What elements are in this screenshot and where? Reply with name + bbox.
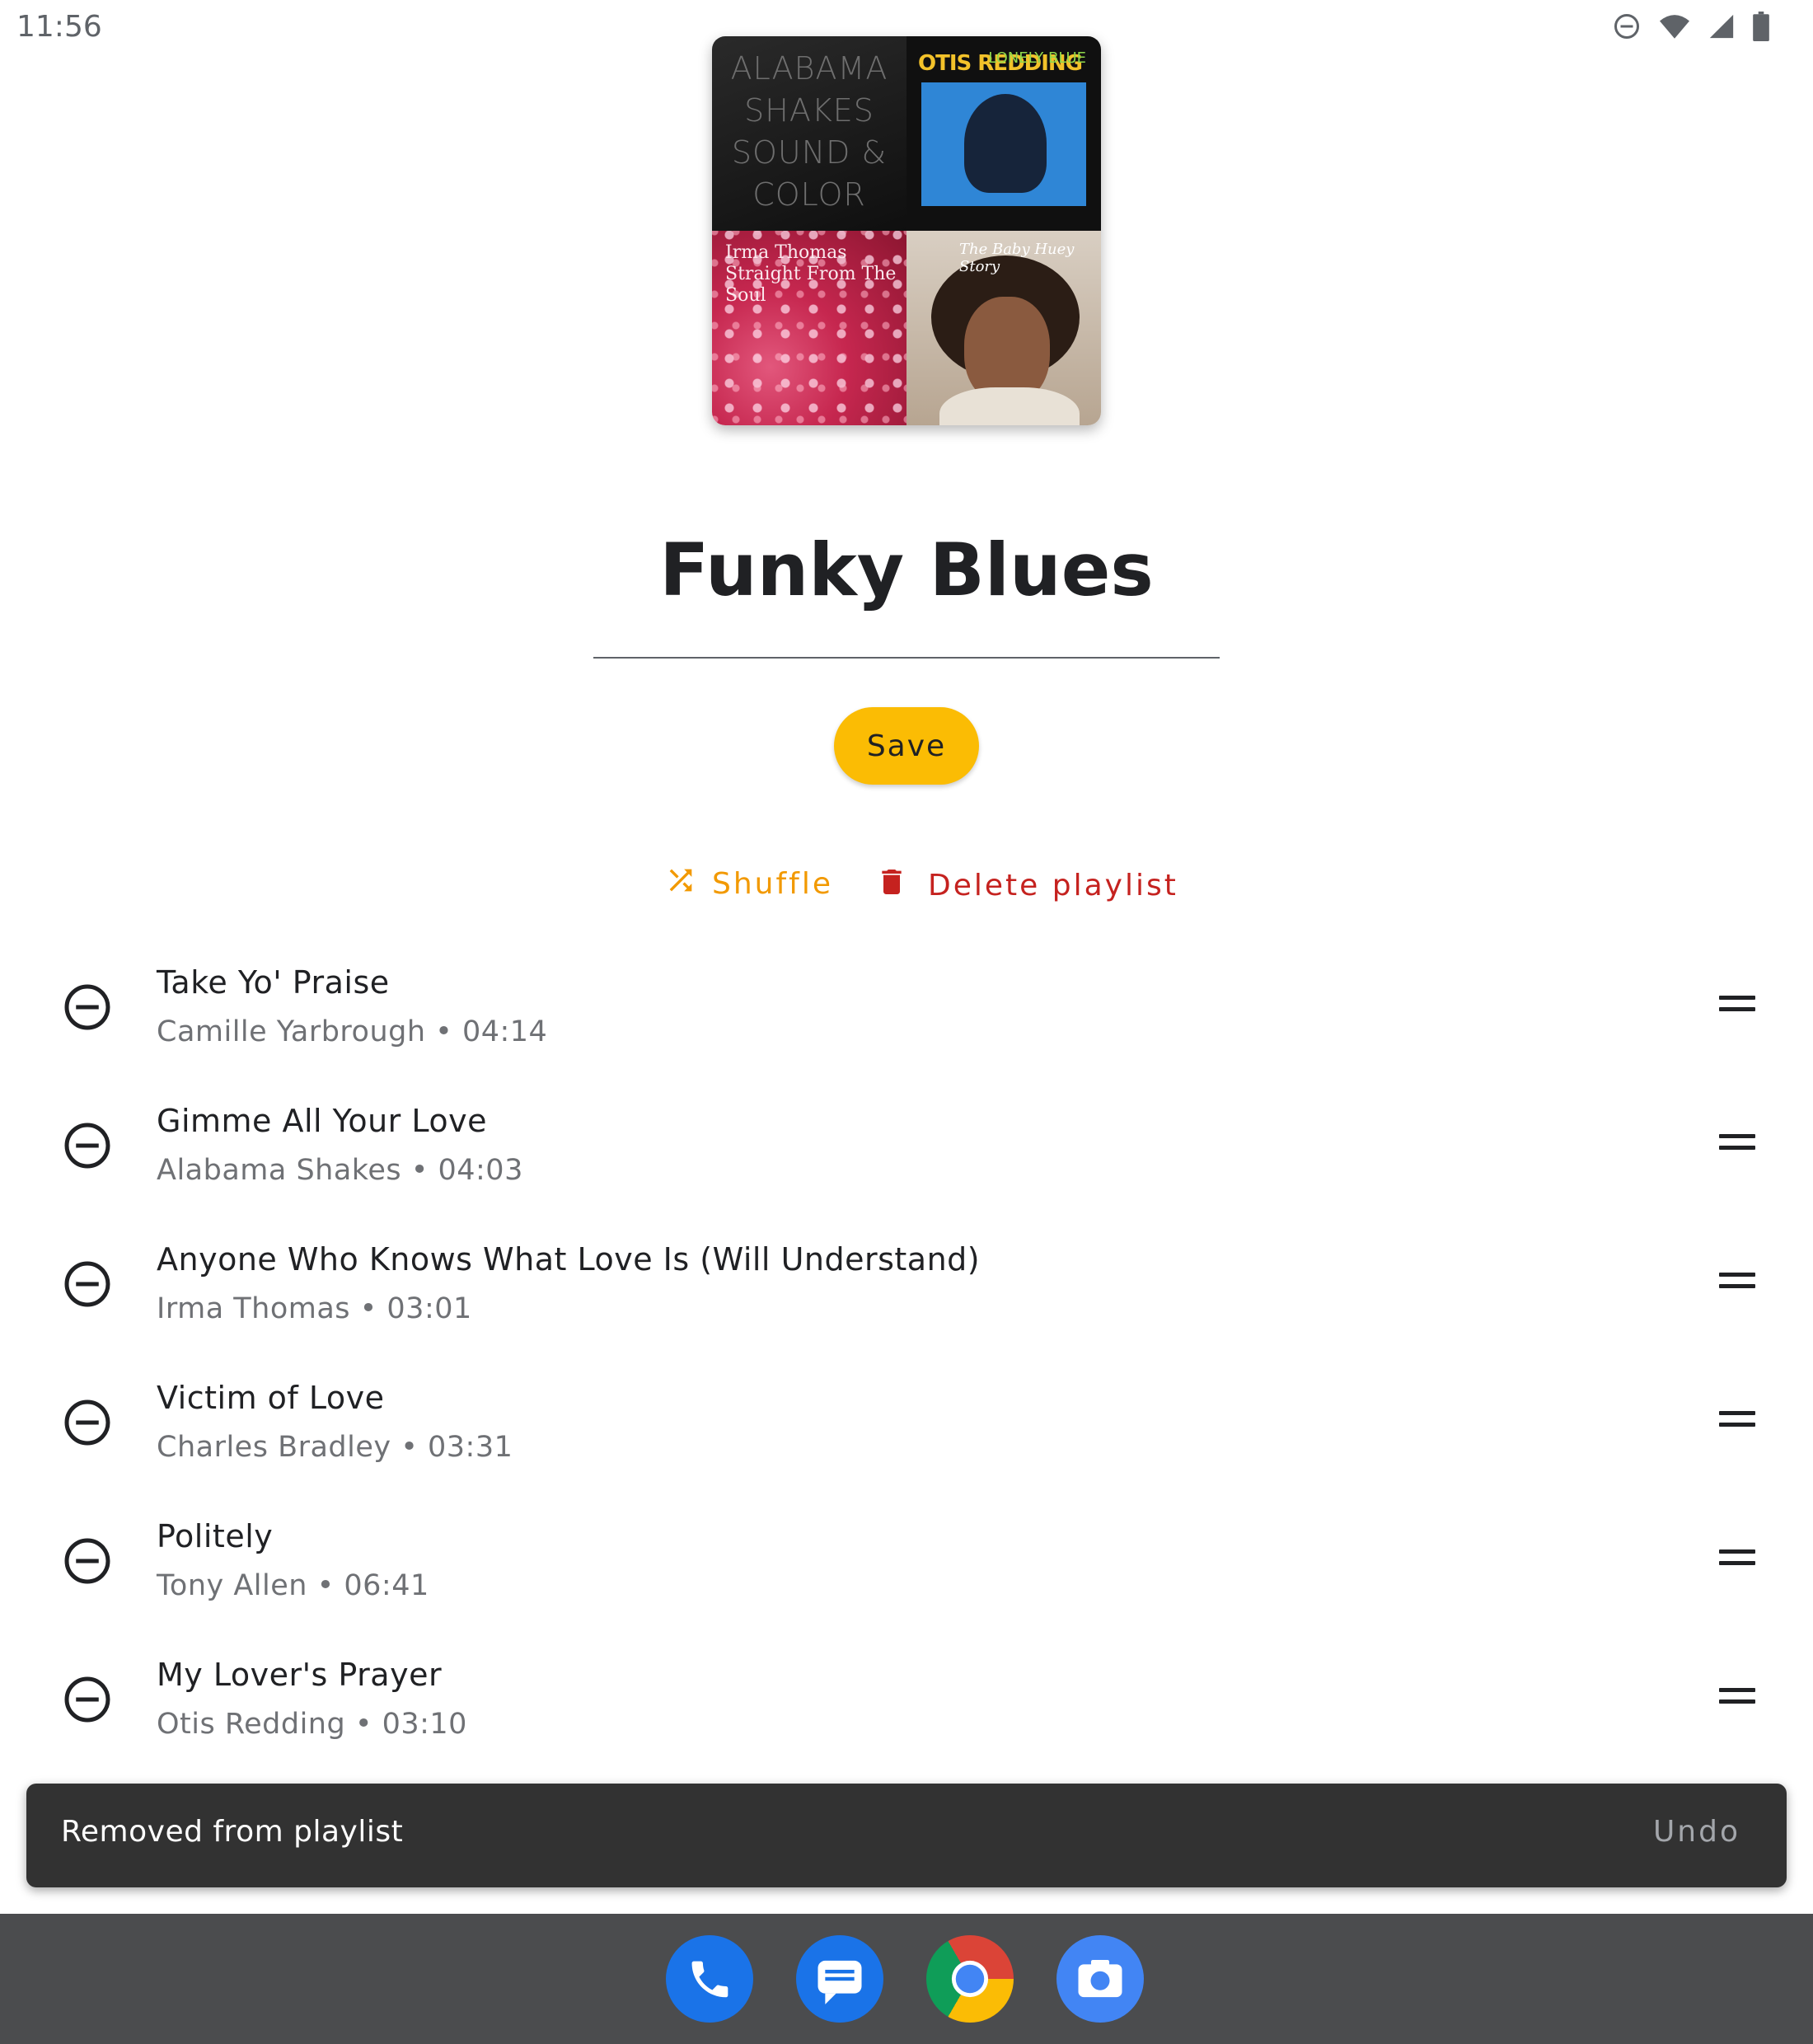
irma-thomas-cover: Irma Thomas Straight From The Soul: [712, 231, 906, 425]
baby-huey-cover: The Baby Huey Story: [906, 231, 1101, 425]
track-list: Take Yo' Praise Camille Yarbrough • 04:1…: [0, 948, 1813, 1779]
drag-handle-icon[interactable]: [1719, 1134, 1755, 1154]
messages-app-icon[interactable]: [796, 1935, 883, 2023]
track-row[interactable]: Anyone Who Knows What Love Is (Will Unde…: [0, 1225, 1813, 1363]
app-dock: [0, 1914, 1813, 2044]
track-row[interactable]: Victim of Love Charles Bradley • 03:31: [0, 1363, 1813, 1502]
otis-redding-cover-subtext: LONELY BLUE: [988, 49, 1086, 67]
playlist-title-field[interactable]: Funky Blues: [593, 527, 1220, 612]
drag-handle-icon[interactable]: [1719, 1411, 1755, 1431]
track-subtitle: Camille Yarbrough • 04:14: [157, 1015, 548, 1048]
phone-app-icon[interactable]: [666, 1935, 753, 2023]
drag-handle-icon[interactable]: [1719, 1273, 1755, 1292]
remove-circle-icon[interactable]: [63, 1398, 112, 1447]
remove-circle-icon[interactable]: [63, 1675, 112, 1724]
chrome-app-icon[interactable]: [926, 1935, 1014, 2023]
track-row[interactable]: Gimme All Your Love Alabama Shakes • 04:…: [0, 1086, 1813, 1225]
snackbar: Removed from playlist Undo: [26, 1784, 1787, 1887]
track-title: Take Yo' Praise: [157, 964, 390, 1001]
battery-icon: [1752, 12, 1770, 45]
delete-playlist-button[interactable]: Delete playlist: [875, 864, 1178, 907]
drag-handle-icon[interactable]: [1719, 1688, 1755, 1708]
remove-circle-icon[interactable]: [63, 1536, 112, 1586]
track-row[interactable]: My Lover's Prayer Otis Redding • 03:10: [0, 1640, 1813, 1779]
remove-circle-icon[interactable]: [63, 1259, 112, 1309]
delete-label: Delete playlist: [928, 869, 1178, 902]
track-title: My Lover's Prayer: [157, 1657, 443, 1693]
irma-thomas-cover-text: Irma Thomas Straight From The Soul: [725, 242, 897, 306]
track-subtitle: Tony Allen • 06:41: [157, 1569, 429, 1602]
alabama-shakes-cover: ALABAMA SHAKES SOUND & COLOR: [712, 36, 906, 231]
save-button[interactable]: Save: [834, 707, 979, 785]
otis-redding-cover: OTIS REDDING LONELY BLUE: [906, 36, 1101, 231]
shuffle-label: Shuffle: [712, 867, 833, 901]
shuffle-button[interactable]: Shuffle: [664, 864, 833, 904]
track-title: Anyone Who Knows What Love Is (Will Unde…: [157, 1241, 981, 1278]
drag-handle-icon[interactable]: [1719, 1549, 1755, 1569]
title-underline: [593, 657, 1220, 659]
shuffle-icon: [664, 864, 697, 904]
track-title: Politely: [157, 1518, 274, 1554]
status-icons: [1612, 12, 1770, 45]
track-subtitle: Irma Thomas • 03:01: [157, 1292, 472, 1325]
dnd-icon: [1612, 12, 1642, 45]
baby-huey-cover-text: The Baby Huey Story: [959, 241, 1075, 275]
undo-button[interactable]: Undo: [1653, 1815, 1740, 1849]
remove-circle-icon[interactable]: [63, 982, 112, 1032]
camera-app-icon[interactable]: [1056, 1935, 1144, 2023]
signal-icon: [1708, 12, 1736, 44]
status-time: 11:56: [16, 10, 102, 44]
playlist-actions: Shuffle Delete playlist: [0, 864, 1813, 908]
playlist-artwork: ALABAMA SHAKES SOUND & COLOR OTIS REDDIN…: [712, 36, 1101, 425]
track-title: Victim of Love: [157, 1380, 385, 1416]
snackbar-message: Removed from playlist: [61, 1815, 404, 1849]
track-title: Gimme All Your Love: [157, 1103, 488, 1139]
alabama-shakes-cover-text: ALABAMA SHAKES SOUND & COLOR: [730, 50, 888, 213]
drag-handle-icon[interactable]: [1719, 996, 1755, 1015]
track-subtitle: Charles Bradley • 03:31: [157, 1431, 513, 1464]
trash-icon: [875, 864, 908, 907]
track-row[interactable]: Politely Tony Allen • 06:41: [0, 1502, 1813, 1640]
wifi-icon: [1658, 12, 1691, 45]
track-subtitle: Alabama Shakes • 04:03: [157, 1154, 523, 1187]
track-row[interactable]: Take Yo' Praise Camille Yarbrough • 04:1…: [0, 948, 1813, 1086]
remove-circle-icon[interactable]: [63, 1121, 112, 1170]
track-subtitle: Otis Redding • 03:10: [157, 1708, 467, 1741]
